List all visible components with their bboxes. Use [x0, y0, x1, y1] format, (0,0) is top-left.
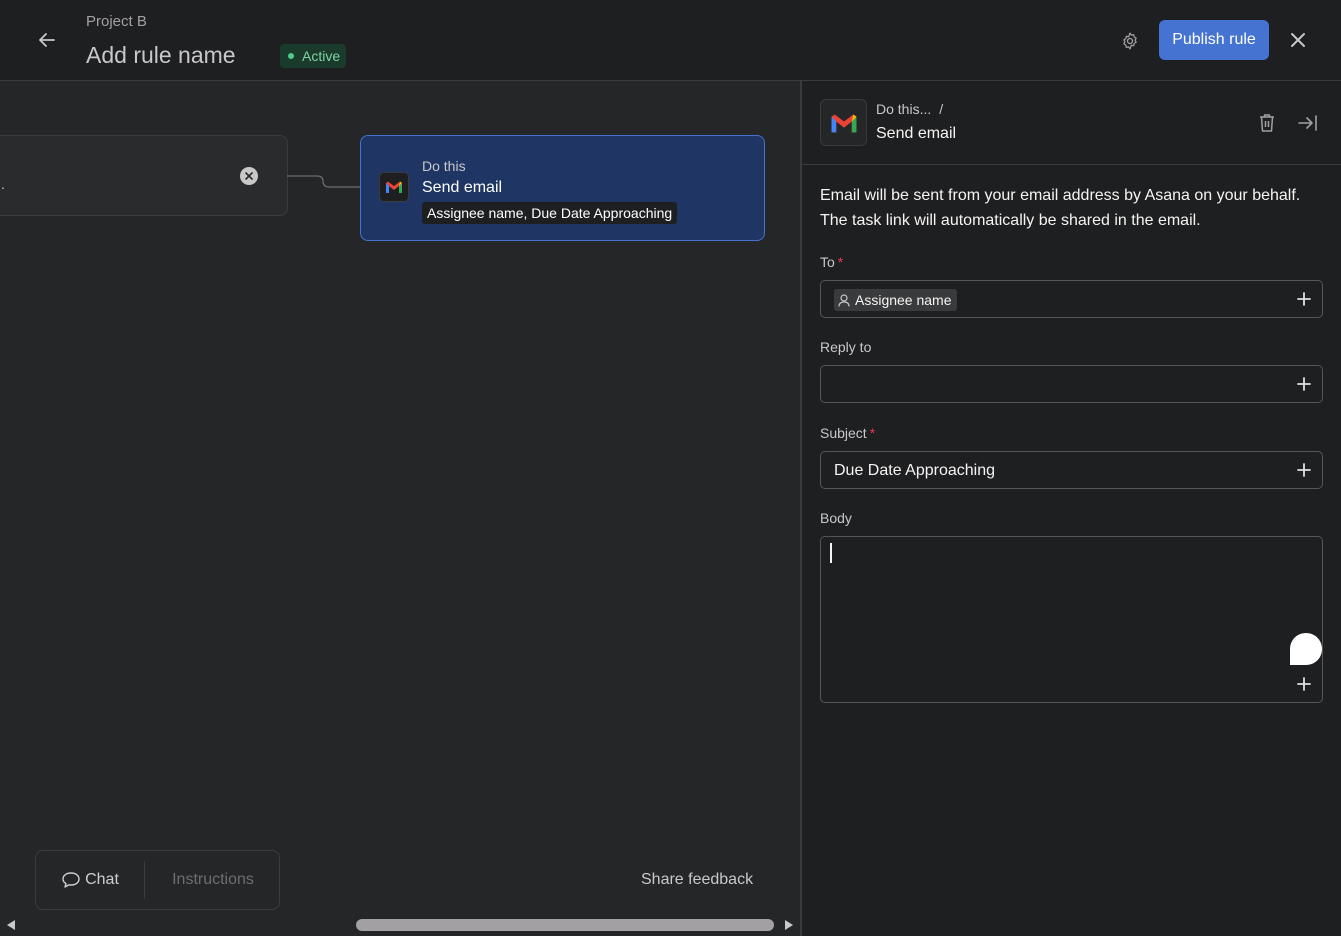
subject-label: Subject *: [820, 425, 875, 441]
user-icon: [838, 293, 850, 307]
required-mark: *: [869, 425, 876, 441]
status-badge[interactable]: Active: [280, 44, 347, 68]
action-title: Send email: [422, 179, 503, 196]
chat-bubble-icon: [62, 872, 80, 888]
assignee-token[interactable]: Assignee name: [834, 289, 957, 311]
status-label: Active: [302, 48, 341, 64]
connector-line: [287, 175, 361, 188]
rule-name-input[interactable]: Add rule name: [86, 42, 236, 69]
project-name[interactable]: Project B: [86, 13, 147, 30]
chat-toggle-group: Chat Instructions: [35, 850, 280, 910]
to-field[interactable]: Assignee name: [820, 280, 1323, 318]
chat-button[interactable]: Chat: [36, 851, 144, 909]
back-button[interactable]: [32, 26, 62, 54]
reply-to-field[interactable]: [820, 365, 1323, 403]
status-dot: [288, 53, 294, 59]
instructions-button[interactable]: Instructions: [145, 851, 281, 909]
share-feedback-link[interactable]: Share feedback: [641, 871, 753, 889]
horizontal-scrollbar[interactable]: [0, 913, 800, 936]
action-settings-panel: Do this... / Send email Email will be sen…: [800, 81, 1341, 936]
subject-label-text: Subject: [820, 425, 867, 441]
subject-value: Due Date Approaching: [834, 462, 995, 479]
close-icon: [245, 172, 253, 180]
scrollbar-thumb[interactable]: [356, 919, 774, 931]
comment-bubble-icon[interactable]: [1289, 632, 1323, 666]
action-card-send-email[interactable]: Do this Send email Assignee name, Due Da…: [360, 135, 765, 241]
add-recipient-button[interactable]: [1294, 289, 1314, 309]
text-caret: [830, 543, 832, 563]
collapse-panel-button[interactable]: [1296, 111, 1320, 135]
scroll-right-icon[interactable]: [782, 918, 796, 932]
plus-icon: [1297, 377, 1311, 391]
panel-title: Send email: [876, 125, 957, 142]
add-subject-variable-button[interactable]: [1294, 460, 1314, 480]
plus-icon: [1297, 677, 1311, 691]
gmail-icon: [379, 172, 409, 202]
publish-rule-button[interactable]: Publish rule: [1159, 20, 1269, 60]
close-button[interactable]: [1284, 26, 1312, 54]
reply-to-label: Reply to: [820, 339, 872, 355]
breadcrumb-parent[interactable]: Do this...: [876, 101, 931, 117]
panel-description: Email will be sent from your email addre…: [820, 187, 1301, 229]
add-body-variable-button[interactable]: [1294, 674, 1314, 694]
chat-label: Chat: [85, 871, 119, 888]
trash-icon: [1260, 114, 1274, 132]
body-field[interactable]: [820, 536, 1323, 703]
breadcrumb-separator: /: [939, 101, 944, 117]
plus-icon: [1297, 463, 1311, 477]
header-bar: Project B Add rule name Active Publish r…: [0, 0, 1341, 81]
to-label: To *: [820, 254, 843, 270]
assignee-token-label: Assignee name: [855, 292, 952, 308]
add-reply-to-button[interactable]: [1294, 374, 1314, 394]
gmail-icon: [820, 99, 867, 146]
trigger-card[interactable]: .: [0, 135, 288, 216]
plus-icon: [1297, 292, 1311, 306]
action-label: Do this: [422, 158, 466, 174]
action-summary-chip: Assignee name, Due Date Approaching: [422, 202, 678, 224]
close-icon: [1291, 33, 1305, 47]
breadcrumb[interactable]: Do this... /: [876, 101, 943, 117]
arrow-left-icon: [39, 33, 55, 47]
delete-action-button[interactable]: [1255, 111, 1279, 135]
settings-button[interactable]: [1116, 27, 1144, 55]
trigger-text: .: [1, 176, 5, 192]
clear-trigger-button[interactable]: [240, 167, 258, 185]
to-label-text: To: [820, 254, 835, 270]
body-label: Body: [820, 510, 852, 526]
collapse-panel-icon: [1298, 115, 1317, 131]
subject-field[interactable]: Due Date Approaching: [820, 451, 1323, 489]
scroll-left-icon[interactable]: [4, 918, 18, 932]
panel-header: Do this... / Send email: [802, 81, 1341, 165]
rule-canvas[interactable]: . Do this Send email Assignee name, Due …: [0, 81, 800, 936]
gear-icon: [1123, 32, 1137, 50]
required-mark: *: [837, 254, 844, 270]
